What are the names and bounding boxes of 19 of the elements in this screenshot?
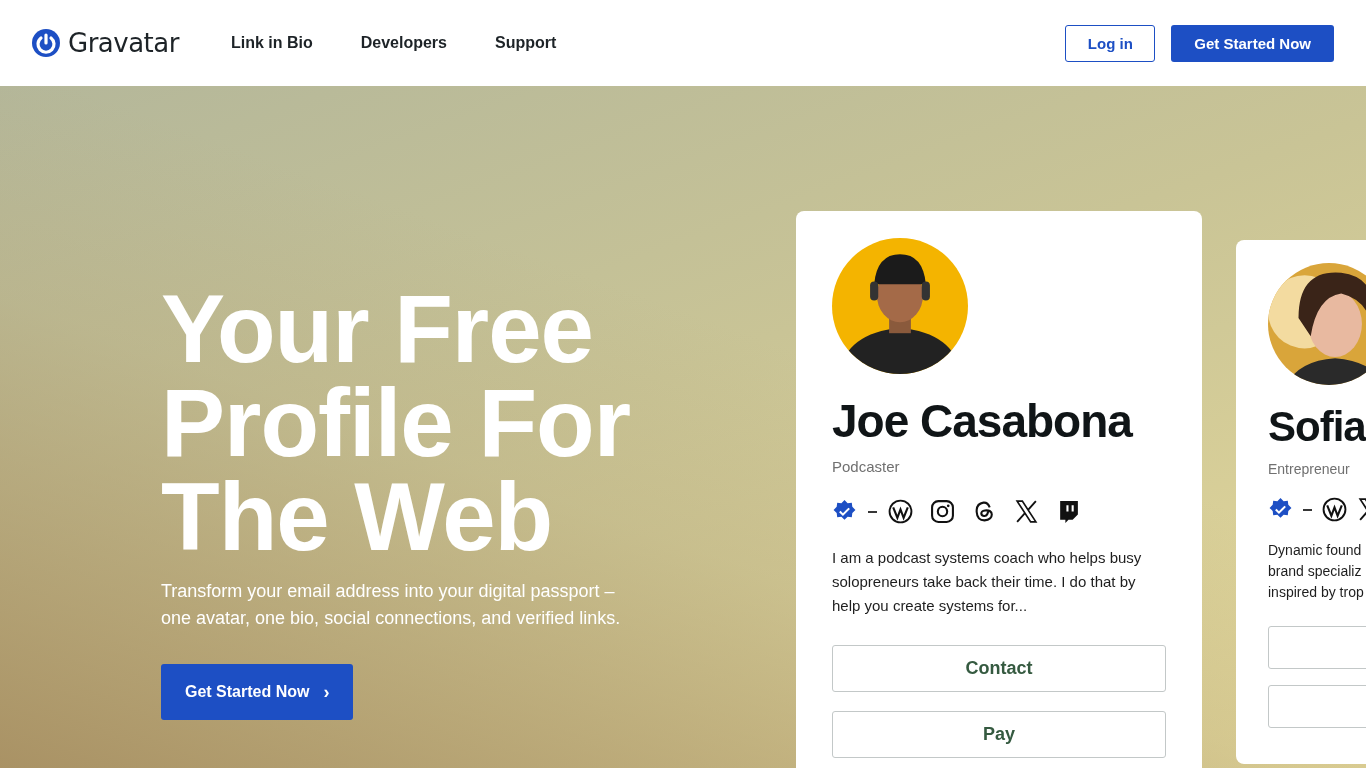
- hero-subtitle: Transform your email address into your digital passport – one avatar, one bio, social connections, and verified links.: [161, 580, 622, 630]
- profile-action-button[interactable]: Contact: [832, 645, 1166, 692]
- nav-link[interactable]: Link in Bio: [230, 34, 313, 52]
- profile-role: Podcaster: [832, 458, 901, 475]
- profile-bio: brand specializ: [1268, 562, 1363, 581]
- get-started-button[interactable]: Get Started Now: [1171, 24, 1334, 62]
- get-started-button[interactable]: Get Started Now ›: [161, 664, 354, 720]
- profile-bio: I am a podcast systems coach who helps busy solopreneurs take back their time. I do that by help you create systems for...: [832, 548, 1142, 616]
- nav-link[interactable]: Developers: [360, 34, 447, 52]
- logo-wordmark[interactable]: Gravatar: [68, 28, 179, 58]
- profile-name: Sofia: [1268, 403, 1366, 451]
- login-button[interactable]: Log in: [1065, 24, 1156, 62]
- hero-headline: Your Free Profile For The Web: [161, 282, 632, 564]
- profile-bio: Dynamic found: [1268, 541, 1363, 560]
- profile-bio: inspired by trop: [1268, 583, 1365, 602]
- profile-name: Joe Casabona: [832, 394, 1134, 448]
- nav-link[interactable]: Support: [494, 34, 557, 52]
- profile-action-button[interactable]: Pay: [832, 711, 1166, 758]
- profile-role: Entrepreneur: [1268, 461, 1351, 477]
